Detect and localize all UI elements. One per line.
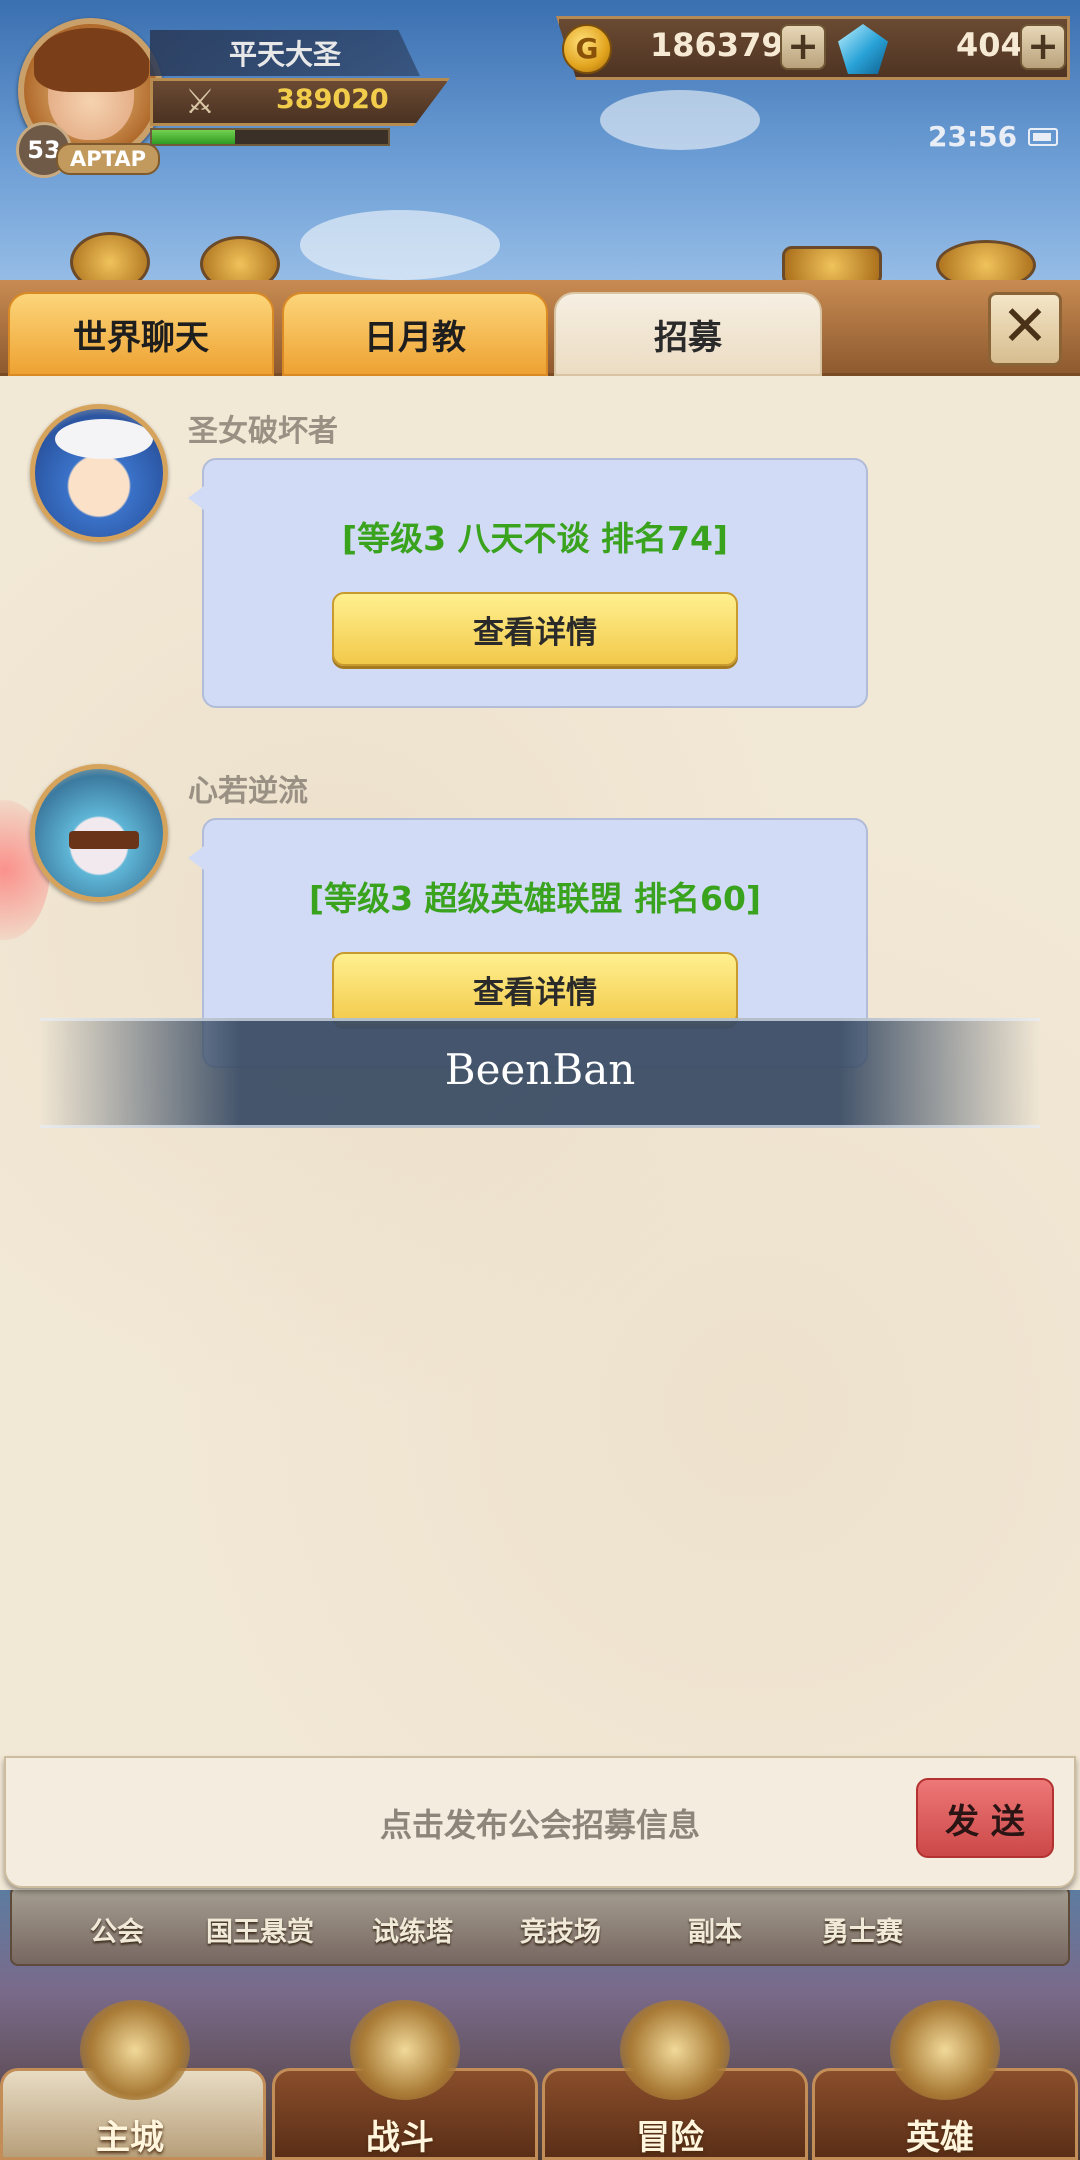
avatar-hat: [55, 419, 153, 459]
exp-bar: [150, 128, 390, 146]
main-tab-city-label: 主城: [96, 2118, 164, 2158]
cloud: [300, 210, 500, 280]
sub-nav-arena[interactable]: 竞技场: [520, 1910, 601, 1949]
sub-nav-warrior-match[interactable]: 勇士赛: [822, 1910, 903, 1949]
avatar-hair: [34, 28, 149, 92]
helmet-icon: [890, 2000, 1000, 2100]
clock: 23:56: [928, 120, 1018, 153]
toast-text: BeenBan: [444, 1045, 636, 1094]
gold-coin-icon: G: [562, 24, 612, 74]
tab-recruit[interactable]: 招募: [554, 292, 822, 376]
add-gem-button[interactable]: +: [1020, 24, 1066, 70]
platform-tag: APTAP: [56, 143, 160, 175]
battery-icon: [1028, 128, 1058, 146]
sub-nav-dungeon[interactable]: 副本: [688, 1910, 742, 1949]
add-gold-button[interactable]: +: [780, 24, 826, 70]
gem-value: 404: [956, 26, 1023, 64]
gold-value: 186379: [650, 26, 784, 64]
avatar-mask: [69, 831, 139, 849]
tab-world-chat[interactable]: 世界聊天: [8, 292, 274, 376]
main-tab-heroes-label: 英雄: [906, 2118, 974, 2158]
guild-info-text: [等级3 超级英雄联盟 排名60]: [308, 879, 762, 918]
sub-nav-king-bounty[interactable]: 国王悬赏: [206, 1910, 314, 1949]
crossed-swords-icon: [350, 2000, 460, 2100]
message-bubble: [188, 458, 868, 708]
tab-guild[interactable]: 日月教: [282, 292, 548, 376]
exp-fill: [152, 130, 235, 144]
view-details-button[interactable]: 查看详情: [332, 952, 738, 1026]
main-tab-adventure-label: 冒险: [636, 2118, 704, 2158]
view-details-button[interactable]: 查看详情: [332, 592, 738, 666]
power-value: 389020: [276, 84, 389, 115]
main-tab-battle-label: 战斗: [366, 2118, 434, 2158]
sender-name: 圣女破坏者: [188, 414, 338, 449]
close-button[interactable]: ✕: [988, 292, 1062, 366]
guild-info-text: [等级3 八天不谈 排名74]: [341, 519, 729, 558]
city-icon: [80, 2000, 190, 2100]
crossed-swords-icon: ⚔: [184, 82, 216, 122]
sub-nav-trial-tower[interactable]: 试练塔: [372, 1910, 453, 1949]
cloud: [600, 90, 760, 150]
player-name: 平天大圣: [150, 30, 420, 76]
sub-nav-guild[interactable]: 公会: [90, 1910, 144, 1949]
scroll-icon: [620, 2000, 730, 2100]
send-button[interactable]: 发 送: [916, 1778, 1054, 1858]
sender-name: 心若逆流: [188, 774, 308, 809]
